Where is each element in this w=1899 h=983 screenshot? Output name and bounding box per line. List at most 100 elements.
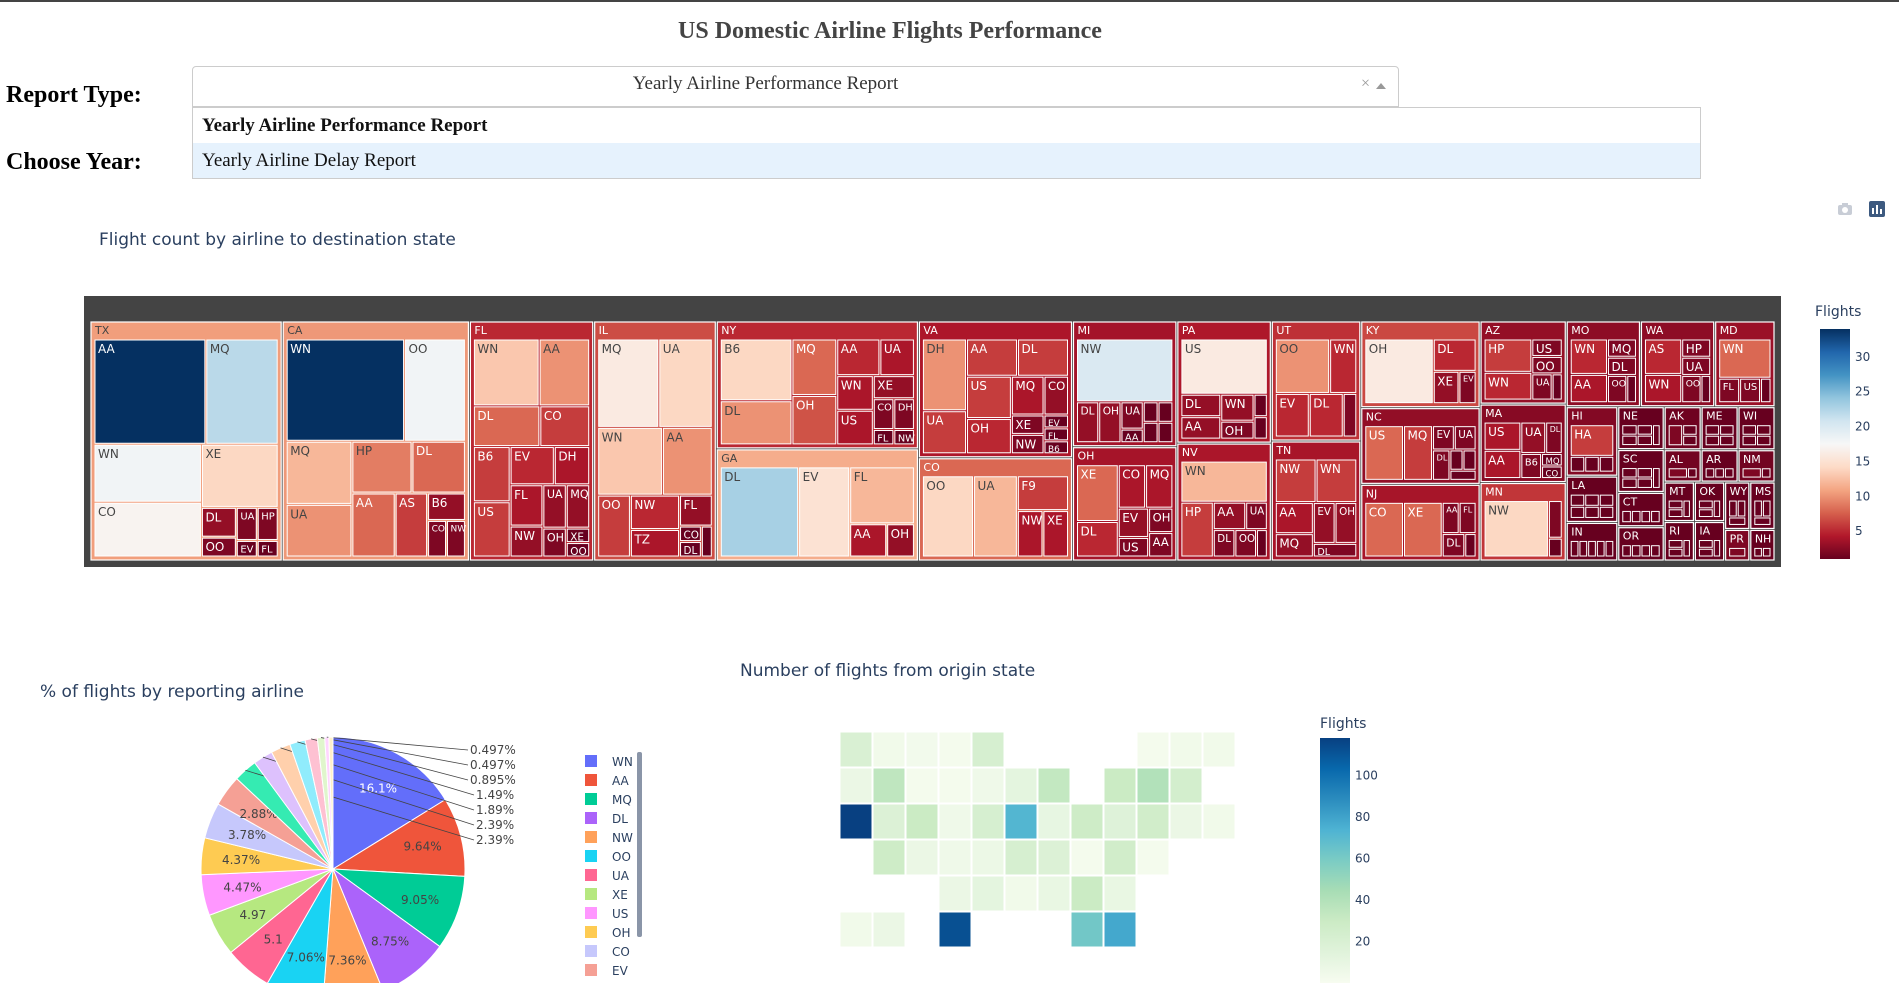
treemap-state-label: AZ	[1485, 324, 1501, 337]
treemap-state-NV: NV WN HP AA UA DL OO	[1177, 443, 1271, 561]
pie-slice-label: 0.497%	[470, 758, 516, 772]
treemap-tile-label: WN	[1648, 377, 1669, 391]
treemap-tile-SC-OH	[1652, 468, 1660, 488]
pie-slice-label: 9.05%	[401, 893, 439, 907]
map-state-FL	[1103, 911, 1137, 948]
treemap-tile-label: DL	[724, 404, 740, 418]
treemap-tile-label: NW	[514, 529, 535, 543]
treemap-tile-label: WN	[1185, 464, 1206, 478]
treemap-chart[interactable]: TX AA MQ WN CO XE DL OO UA HP EV FL CA WN OO MQ UA HP DL AA…	[84, 296, 1781, 567]
pie-slice-label: 0.497%	[470, 743, 516, 757]
treemap-tile-NV-US	[1257, 530, 1267, 557]
map-state-WY	[905, 767, 939, 804]
legend-item-EV: EV	[612, 964, 629, 978]
treemap-tile-label: XE	[1437, 374, 1453, 388]
treemap-tile-label: UA	[547, 488, 563, 501]
legend-swatch-OH	[585, 926, 597, 938]
map-state-DE	[1136, 839, 1170, 876]
treemap-state-LA: LA	[1566, 476, 1618, 523]
treemap-tile-RI-WN	[1683, 540, 1690, 557]
treemap-tile-label: OO	[602, 498, 621, 512]
legend-swatch-OO	[585, 850, 597, 862]
treemap-tile-label: OO	[205, 540, 224, 554]
treemap-tile-label: UA	[290, 507, 308, 521]
colorbar-tick: 20	[1855, 420, 1870, 434]
treemap-state-label: AR	[1706, 453, 1722, 466]
treemap-tile-label: NW	[898, 433, 915, 444]
treemap-tile-label: XE	[1015, 418, 1031, 432]
legend-item-US: US	[612, 907, 628, 921]
treemap-tile-label: MQ	[1150, 468, 1170, 482]
treemap-tile-CT-DL	[1631, 510, 1641, 523]
treemap-tile-label: EV	[803, 470, 820, 484]
treemap-state-label: AK	[1669, 410, 1685, 423]
treemap-tile-label: NW	[1021, 514, 1042, 528]
treemap-state-PA: PA US DL AA WN OH	[1177, 321, 1271, 443]
dropdown-option-performance[interactable]: Yearly Airline Performance Report	[193, 108, 1700, 143]
treemap-tile-label: CO	[432, 524, 445, 534]
treemap-state-label: HI	[1571, 410, 1583, 423]
treemap-tile-label: US	[1369, 429, 1385, 443]
legend-swatch-MQ	[585, 793, 597, 805]
legend-swatch-AA	[585, 774, 597, 786]
treemap-tile-IN-AA	[1570, 540, 1579, 557]
dropdown-option-delay[interactable]: Yearly Airline Delay Report	[193, 143, 1700, 178]
treemap-tile-SC-US	[1622, 478, 1637, 488]
treemap-tile-WI-AA	[1757, 435, 1771, 446]
treemap-tile-label: B6	[1048, 445, 1060, 455]
colorbar-tick: 25	[1855, 385, 1870, 399]
treemap-tile-label: WN	[1723, 342, 1744, 356]
treemap-tile-label: AA	[1125, 433, 1139, 444]
treemap-tile-LA-XE	[1585, 494, 1599, 506]
treemap-state-label: MO	[1571, 324, 1589, 337]
clear-icon[interactable]: ×	[1361, 75, 1370, 93]
chevron-up-icon[interactable]	[1376, 83, 1386, 89]
colorbar-tick: 40	[1355, 893, 1370, 907]
treemap-tile-label: NW	[1488, 504, 1509, 518]
plotly-logo-icon[interactable]	[1868, 200, 1886, 218]
treemap-tile-label: OO	[1279, 342, 1298, 356]
map-state-PA	[1103, 767, 1137, 804]
choose-year-label: Choose Year:	[6, 149, 142, 175]
treemap-tile-OK-MQ	[1713, 500, 1721, 518]
treemap-tile-label: DL	[1446, 536, 1460, 549]
camera-icon[interactable]	[1836, 200, 1854, 218]
pie-slice-label: 7.36%	[328, 953, 366, 967]
pie-slice-label: 4.47%	[223, 880, 261, 894]
treemap-state-OK: OK	[1694, 482, 1725, 522]
map-state-MN	[971, 731, 1005, 768]
report-type-dropdown[interactable]: Yearly Airline Performance Report ×	[192, 66, 1399, 107]
pie-chart[interactable]: 16.1%9.64%9.05%8.75%7.36%7.06%5.14.974.4…	[180, 722, 540, 983]
treemap-state-label: MD	[1720, 324, 1738, 337]
treemap-tile-label: OH	[1103, 405, 1119, 417]
colorbar-tick: 60	[1355, 851, 1370, 865]
treemap-state-label: OK	[1699, 485, 1716, 498]
map-state-HI	[872, 911, 906, 948]
pie-slice-label: 1.89%	[476, 803, 514, 817]
treemap-tile-MI-CO	[1158, 402, 1173, 422]
treemap-tile-AK-UA	[1683, 435, 1697, 446]
treemap-tile-label: MQ	[1611, 342, 1631, 356]
treemap-state-label: CO	[923, 461, 940, 474]
map-state-OR	[839, 767, 873, 804]
treemap-tile-MN-OH	[1548, 538, 1562, 557]
map-state-NV	[872, 767, 906, 804]
colorbar-tick: 30	[1855, 350, 1870, 364]
treemap-tile-label: DL	[1081, 525, 1097, 539]
treemap-state-label: OH	[1078, 450, 1095, 463]
treemap-tile-label: XE	[877, 379, 893, 393]
us-choropleth-map[interactable]	[830, 722, 1270, 983]
pie-legend[interactable]: WN AA MQ DL NW OO UA XE US OH CO EV	[580, 750, 670, 983]
treemap-state-label: WA	[1645, 324, 1663, 337]
treemap-tile-MS-DL	[1754, 500, 1762, 517]
pie-slice-label: 7.06%	[287, 950, 325, 964]
treemap-state-NM: NM	[1738, 450, 1775, 482]
treemap-state-OH: OH XE DL CO MQ EV US OH AA	[1072, 447, 1177, 561]
pie-slice-label: 2.39%	[476, 818, 514, 832]
map-state-TN	[1004, 839, 1038, 876]
treemap-tile-label: UA	[1536, 378, 1550, 389]
map-state-UT	[872, 803, 906, 840]
map-state-MS	[1004, 875, 1038, 912]
treemap-tile-NE-UA	[1622, 425, 1637, 435]
treemap-tile-label: AA	[543, 342, 561, 356]
